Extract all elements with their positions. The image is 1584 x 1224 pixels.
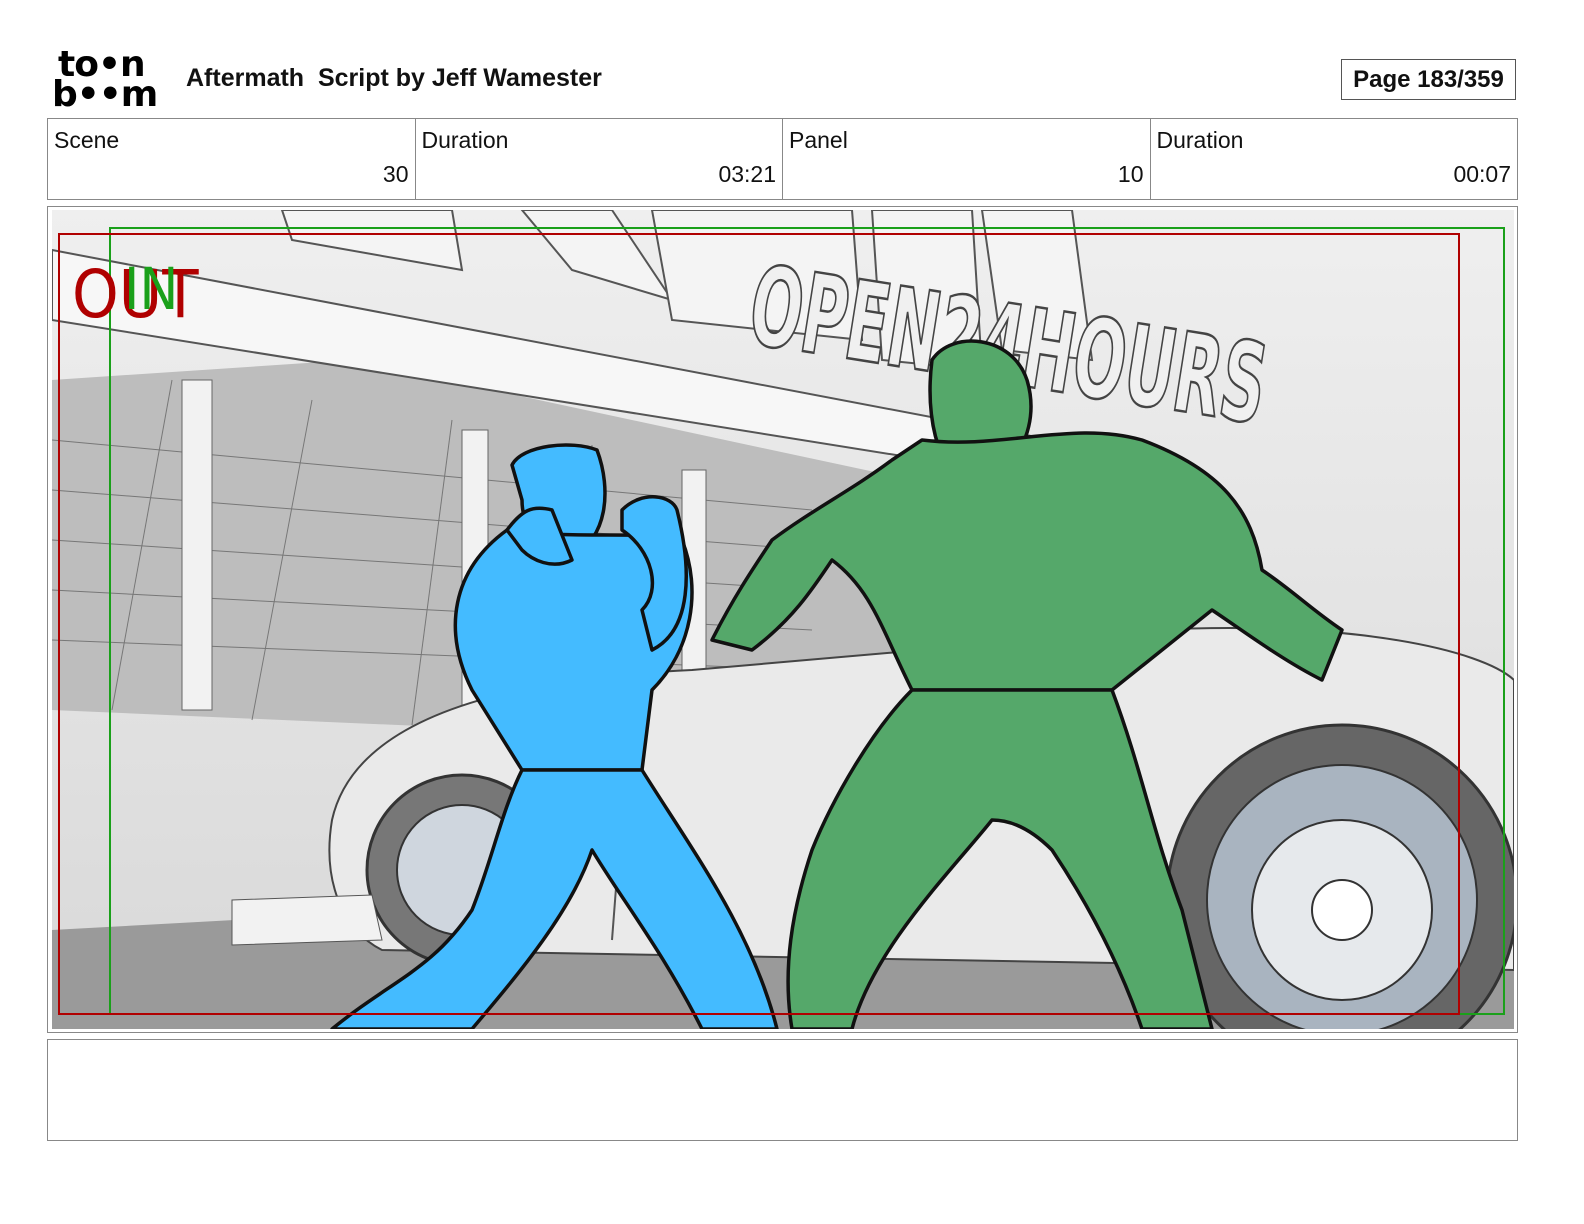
scene-duration-label: Duration (421, 127, 509, 153)
curb-block (231, 894, 383, 946)
panel-duration-label: Duration (1156, 127, 1244, 153)
pillar (181, 379, 213, 711)
scene-cell: Scene 30 (48, 119, 416, 199)
panel-notes (47, 1039, 1518, 1141)
panel-info-table: Scene 30 Duration 03:21 Panel 10 Duratio… (47, 118, 1518, 200)
page-number: Page 183/359 (1341, 59, 1516, 100)
scene-label: Scene (54, 127, 120, 153)
panel-cell: Panel 10 (783, 119, 1151, 199)
scene-value: 30 (382, 161, 409, 187)
rear-hub-center (1311, 879, 1373, 941)
document-title: Aftermath Script by Jeff Wamester (186, 64, 602, 92)
storyboard-panel: OPEN24HOURS OUT IN (47, 206, 1518, 1033)
scene-duration-value: 03:21 (718, 161, 776, 187)
panel-label: Panel (789, 127, 848, 153)
panel-value: 10 (1117, 161, 1144, 187)
logo-text-bottom: b••m (52, 74, 158, 115)
in-frame-label: IN (124, 255, 178, 323)
panel-drawing: OPEN24HOURS OUT IN (52, 210, 1514, 1029)
panel-duration-cell: Duration 00:07 (1151, 119, 1518, 199)
scene-duration-cell: Duration 03:21 (416, 119, 783, 199)
panel-duration-value: 00:07 (1453, 161, 1511, 187)
toon-boom-logo: to•n b••m (52, 47, 164, 115)
